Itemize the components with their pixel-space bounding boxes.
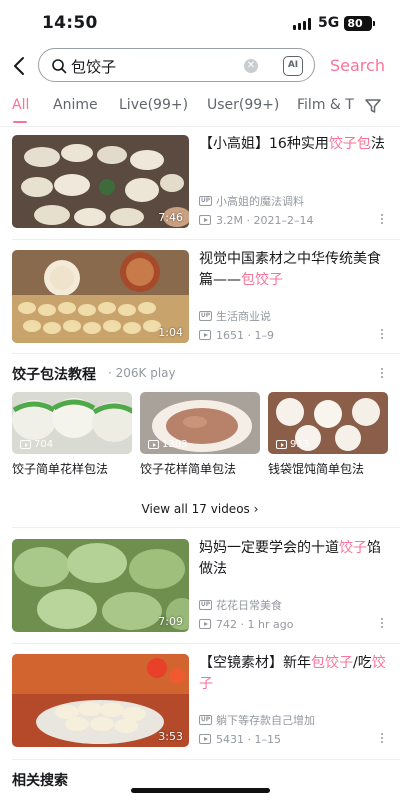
collection-item[interactable]: 933 钱袋馄饨简单包法 <box>268 392 388 477</box>
search-input[interactable] <box>71 55 231 77</box>
tab-film[interactable]: Film & T <box>297 97 354 113</box>
collection-thumbnail[interactable]: 933 <box>268 392 388 454</box>
uploader-name: 小高姐的魔法调料 <box>216 195 304 208</box>
uploader-name: 躺下等存款自己增加 <box>216 714 315 727</box>
video-title[interactable]: 【小高姐】16种实用饺子包法 <box>199 134 387 155</box>
video-duration: 7:09 <box>158 615 183 628</box>
play-count-date: 1651 · 1–9 <box>216 328 274 342</box>
play-count-date: 5431 · 1–15 <box>216 732 281 746</box>
tab-anime[interactable]: Anime <box>53 97 98 113</box>
play-count-icon <box>20 440 31 449</box>
status-time: 14:50 <box>42 13 98 33</box>
search-box[interactable]: ✕ AI <box>38 48 315 82</box>
more-options-icon[interactable] <box>380 368 384 382</box>
collection-item[interactable]: 704 饺子简单花样包法 <box>12 392 132 477</box>
play-count-date: 742 · 1 hr ago <box>216 617 294 631</box>
video-duration: 7:46 <box>158 211 183 224</box>
up-badge-icon: UP <box>199 715 212 725</box>
more-options-icon[interactable] <box>380 733 384 747</box>
more-options-icon[interactable] <box>380 214 384 228</box>
video-stats: 742 · 1 hr ago <box>199 617 293 631</box>
battery-level: 80 <box>347 17 363 30</box>
network-label: 5G <box>318 15 340 31</box>
more-options-icon[interactable] <box>380 329 384 343</box>
uploader-name: 花花日常美食 <box>216 599 282 612</box>
up-badge-icon: UP <box>199 311 212 321</box>
video-thumbnail[interactable]: 7:46 <box>12 135 189 228</box>
video-title[interactable]: 妈妈一定要学会的十道饺子馅做法 <box>199 538 387 580</box>
collection-item-title[interactable]: 饺子花样简单包法 <box>140 460 260 477</box>
play-count-icon <box>199 619 211 629</box>
collection-play-count: · 206K play <box>108 366 176 380</box>
tab-live[interactable]: Live(99+) <box>119 97 188 113</box>
up-badge-icon: UP <box>199 196 212 206</box>
related-searches-heading: 相关搜索 <box>12 773 68 789</box>
play-count-icon <box>276 440 287 449</box>
divider <box>12 239 400 240</box>
video-title[interactable]: 视觉中国素材之中华传统美食篇——包饺子 <box>199 249 387 291</box>
tab-all[interactable]: All <box>12 97 29 113</box>
uploader-row[interactable]: UP 小高姐的魔法调料 <box>199 194 304 208</box>
clear-icon[interactable]: ✕ <box>244 59 258 73</box>
collection-thumbnail[interactable]: 1303 <box>140 392 260 454</box>
collection-item-title[interactable]: 钱袋馄饨简单包法 <box>268 460 388 477</box>
collection-play-badge: 1303 <box>148 439 187 450</box>
uploader-name: 生活商业说 <box>216 310 271 323</box>
collection-item[interactable]: 1303 饺子花样简单包法 <box>140 392 260 477</box>
video-stats: 3.2M · 2021–2–14 <box>199 213 313 227</box>
tab-user[interactable]: User(99+) <box>207 97 279 113</box>
video-result[interactable]: 1:04 视觉中国素材之中华传统美食篇——包饺子 UP 生活商业说 1651 ·… <box>0 241 400 353</box>
signal-icon <box>293 18 313 30</box>
more-options-icon[interactable] <box>380 618 384 632</box>
uploader-row[interactable]: UP 花花日常美食 <box>199 598 282 612</box>
tab-active-indicator <box>13 121 27 123</box>
collection-item-title[interactable]: 饺子简单花样包法 <box>12 460 132 477</box>
video-result[interactable]: 3:53 【空镜素材】新年包饺子/吃饺子 UP 躺下等存款自己增加 5431 ·… <box>0 645 400 757</box>
divider <box>12 759 400 760</box>
play-count-icon <box>199 215 211 225</box>
collection-thumbnail[interactable]: 704 <box>12 392 132 454</box>
view-all-videos-link[interactable]: View all 17 videos › <box>0 502 400 516</box>
divider <box>12 527 400 528</box>
status-bar: 14:50 5G 80 <box>0 0 400 48</box>
video-thumbnail[interactable]: 3:53 <box>12 654 189 747</box>
video-title[interactable]: 【空镜素材】新年包饺子/吃饺子 <box>199 653 387 695</box>
ai-search-icon[interactable]: AI <box>283 56 303 76</box>
home-indicator[interactable] <box>131 788 270 793</box>
play-count-icon <box>148 440 159 449</box>
up-badge-icon: UP <box>199 600 212 610</box>
search-button[interactable]: Search <box>330 56 385 75</box>
back-arrow-icon[interactable] <box>8 54 32 78</box>
video-stats: 1651 · 1–9 <box>199 328 274 342</box>
video-thumbnail[interactable]: 7:09 <box>12 539 189 632</box>
collection-title[interactable]: 饺子包法教程 <box>12 364 96 384</box>
uploader-row[interactable]: UP 躺下等存款自己增加 <box>199 713 315 727</box>
search-tabs: All Anime Live(99+) User(99+) Film & T <box>0 92 400 126</box>
video-stats: 5431 · 1–15 <box>199 732 281 746</box>
uploader-row[interactable]: UP 生活商业说 <box>199 309 271 323</box>
filter-icon[interactable] <box>364 97 382 115</box>
play-count-date: 3.2M · 2021–2–14 <box>216 213 314 227</box>
collection-play-badge: 933 <box>276 439 309 450</box>
play-count-icon <box>199 734 211 744</box>
video-result[interactable]: 7:46 【小高姐】16种实用饺子包法 UP 小高姐的魔法调料 3.2M · 2… <box>0 126 400 238</box>
battery-icon: 80 <box>344 16 375 31</box>
divider <box>12 643 400 644</box>
chevron-right-icon: › <box>253 502 259 516</box>
search-icon <box>52 59 67 74</box>
video-duration: 1:04 <box>158 326 183 339</box>
collection-play-badge: 704 <box>20 439 53 450</box>
video-thumbnail[interactable]: 1:04 <box>12 250 189 343</box>
play-count-icon <box>199 330 211 340</box>
video-duration: 3:53 <box>158 730 183 743</box>
video-result[interactable]: 7:09 妈妈一定要学会的十道饺子馅做法 UP 花花日常美食 742 · 1 h… <box>0 530 400 642</box>
divider <box>12 353 400 354</box>
